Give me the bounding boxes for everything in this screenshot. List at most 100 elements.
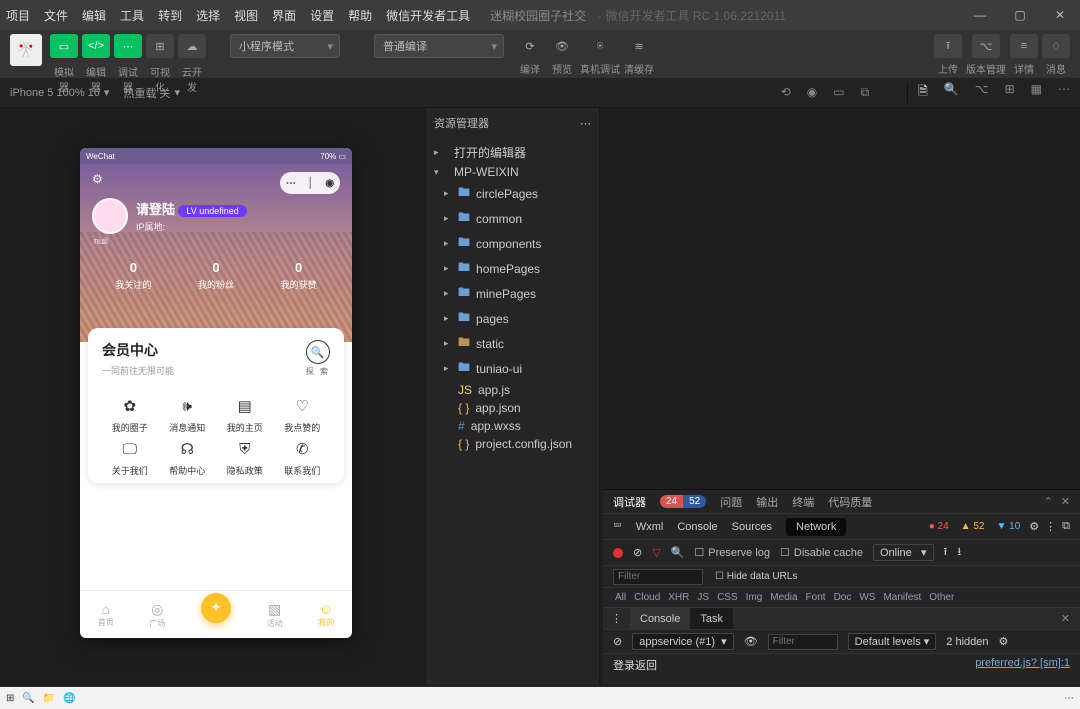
- tree-common[interactable]: ▸🖿common: [426, 206, 599, 231]
- mode-dropdown[interactable]: 小程序模式: [230, 34, 340, 58]
- stat-我的获赞[interactable]: 0我的获赞: [281, 260, 317, 291]
- visual-button[interactable]: ⊞: [146, 34, 174, 58]
- explorer-more-icon[interactable]: ⋯: [580, 117, 591, 130]
- tab-广场[interactable]: ◎广场: [149, 601, 165, 629]
- close-button[interactable]: ✕: [1046, 8, 1074, 22]
- tree-static[interactable]: ▸🖿static: [426, 331, 599, 356]
- net-type-Cloud[interactable]: Cloud: [634, 592, 660, 603]
- center-编译[interactable]: ⟳: [516, 34, 544, 58]
- net-type-Doc[interactable]: Doc: [834, 592, 852, 603]
- capsule-button[interactable]: ⋯│◉: [280, 172, 340, 194]
- search-tab-icon[interactable]: 🔍: [944, 82, 959, 103]
- drawer-task-tab[interactable]: Task: [690, 608, 733, 629]
- tab-problems[interactable]: 问题: [720, 494, 742, 510]
- right-消息[interactable]: ♢: [1042, 34, 1070, 58]
- explore-button[interactable]: 🔍 探 索: [306, 340, 330, 377]
- tree-homePages[interactable]: ▸🖿homePages: [426, 256, 599, 281]
- settings-icon[interactable]: ⚙: [92, 172, 110, 190]
- ext2-icon[interactable]: ▦: [1031, 82, 1042, 103]
- net-type-Manifest[interactable]: Manifest: [883, 592, 921, 603]
- menu-设置[interactable]: 设置: [310, 7, 334, 24]
- ext3-icon[interactable]: ⋯: [1058, 82, 1070, 103]
- context-dropdown[interactable]: appservice (#1) ▾: [632, 633, 733, 650]
- scm-tab-icon[interactable]: ⌥: [975, 82, 989, 103]
- cloud-button[interactable]: ☁: [178, 34, 206, 58]
- network-filter-input[interactable]: [613, 569, 703, 585]
- search-icon[interactable]: 🔍: [671, 546, 685, 559]
- avatar[interactable]: [92, 198, 128, 234]
- inner-tab-console[interactable]: Console: [677, 521, 717, 533]
- panel-up-icon[interactable]: ⌃: [1044, 495, 1053, 508]
- grid-我的主页[interactable]: ▤我的主页: [217, 395, 273, 434]
- stop-icon[interactable]: ⊘: [633, 546, 642, 559]
- record-icon[interactable]: [613, 548, 623, 558]
- tree-打开的编辑器[interactable]: ▸打开的编辑器: [426, 142, 599, 163]
- center-真机调试[interactable]: ⍟: [586, 34, 614, 58]
- tree-MP-WEIXIN[interactable]: ▾MP-WEIXIN: [426, 163, 599, 181]
- net-type-XHR[interactable]: XHR: [668, 592, 689, 603]
- gear-icon[interactable]: ⚙: [999, 635, 1009, 648]
- right-版本管理[interactable]: ⌥: [972, 34, 1000, 58]
- tree-circlePages[interactable]: ▸🖿circlePages: [426, 181, 599, 206]
- filter-icon[interactable]: ▽: [652, 546, 660, 559]
- login-label[interactable]: 请登陆: [136, 202, 175, 217]
- menu-帮助[interactable]: 帮助: [348, 7, 372, 24]
- tree-pages[interactable]: ▸🖿pages: [426, 306, 599, 331]
- right-详情[interactable]: ≡: [1010, 34, 1038, 58]
- log-source[interactable]: preferred.js? [sm]:1: [975, 657, 1070, 673]
- grid-我的圈子[interactable]: ✿我的圈子: [102, 395, 158, 434]
- preserve-log-checkbox[interactable]: ☐Preserve log: [694, 546, 770, 559]
- debugger-button[interactable]: ⋯: [114, 34, 142, 58]
- tab-发布[interactable]: ✦发布: [201, 593, 231, 623]
- tab-首页[interactable]: ⌂首页: [98, 601, 114, 628]
- eye-icon[interactable]: 👁: [744, 635, 758, 648]
- tab-我的[interactable]: ☺我的: [318, 601, 334, 628]
- menu-界面[interactable]: 界面: [272, 7, 296, 24]
- grid-联系我们[interactable]: ✆联系我们: [275, 438, 331, 477]
- net-type-CSS[interactable]: CSS: [717, 592, 738, 603]
- inner-tab-network[interactable]: Network: [786, 518, 846, 536]
- grid-关于我们[interactable]: 🖵关于我们: [102, 438, 158, 477]
- error-count[interactable]: ● 24: [926, 521, 952, 532]
- inspect-icon[interactable]: ⮹: [613, 520, 622, 533]
- tab-活动[interactable]: ▧活动: [267, 601, 283, 629]
- throttle-dropdown[interactable]: Online ▾: [873, 544, 934, 561]
- menu-文件[interactable]: 文件: [44, 7, 68, 24]
- drawer-close-icon[interactable]: ✕: [1051, 612, 1080, 625]
- record-icon[interactable]: ◉: [807, 85, 817, 100]
- drawer-console-tab[interactable]: Console: [630, 608, 690, 629]
- os-start[interactable]: ⊞: [6, 693, 14, 704]
- grid-帮助中心[interactable]: ☊帮助中心: [160, 438, 216, 477]
- gear-icon[interactable]: ⚙: [1029, 520, 1039, 533]
- tab-debugger[interactable]: 调试器: [613, 494, 646, 510]
- grid-隐私政策[interactable]: ⛨隐私政策: [217, 438, 273, 477]
- ext1-icon[interactable]: ⊞: [1005, 82, 1015, 103]
- tree-app.wxss[interactable]: #app.wxss: [426, 417, 599, 435]
- net-type-Other[interactable]: Other: [929, 592, 954, 603]
- tab-output[interactable]: 输出: [756, 494, 778, 510]
- tree-minePages[interactable]: ▸🖿minePages: [426, 281, 599, 306]
- hot-reload-toggle[interactable]: 热重载 关 ▾: [123, 85, 180, 101]
- tab-quality[interactable]: 代码质量: [828, 494, 872, 510]
- net-type-Img[interactable]: Img: [746, 592, 763, 603]
- menu-微信开发者工具[interactable]: 微信开发者工具: [386, 7, 470, 24]
- tree-app.json[interactable]: { }app.json: [426, 399, 599, 417]
- menu-项目[interactable]: 项目: [6, 7, 30, 24]
- menu-转到[interactable]: 转到: [158, 7, 182, 24]
- info-count[interactable]: ▼ 10: [993, 521, 1023, 532]
- more-icon[interactable]: ⋮: [1045, 520, 1056, 533]
- tree-project.config.json[interactable]: { }project.config.json: [426, 435, 599, 453]
- dock-icon[interactable]: ⧉: [1062, 520, 1070, 533]
- net-type-JS[interactable]: JS: [697, 592, 709, 603]
- center-清缓存[interactable]: ≋: [625, 34, 653, 58]
- net-type-WS[interactable]: WS: [859, 592, 875, 603]
- grid-我点赞的[interactable]: ♡我点赞的: [275, 395, 331, 434]
- tree-app.js[interactable]: JSapp.js: [426, 381, 599, 399]
- popout-icon[interactable]: ⧉: [861, 85, 870, 100]
- editor-button[interactable]: </>: [82, 34, 110, 58]
- clear-console-icon[interactable]: ⊘: [613, 635, 622, 648]
- stat-我的粉丝[interactable]: 0我的粉丝: [198, 260, 234, 291]
- compile-dropdown[interactable]: 普通编译: [374, 34, 504, 58]
- menu-工具[interactable]: 工具: [120, 7, 144, 24]
- upload-icon[interactable]: ⭱: [944, 543, 948, 562]
